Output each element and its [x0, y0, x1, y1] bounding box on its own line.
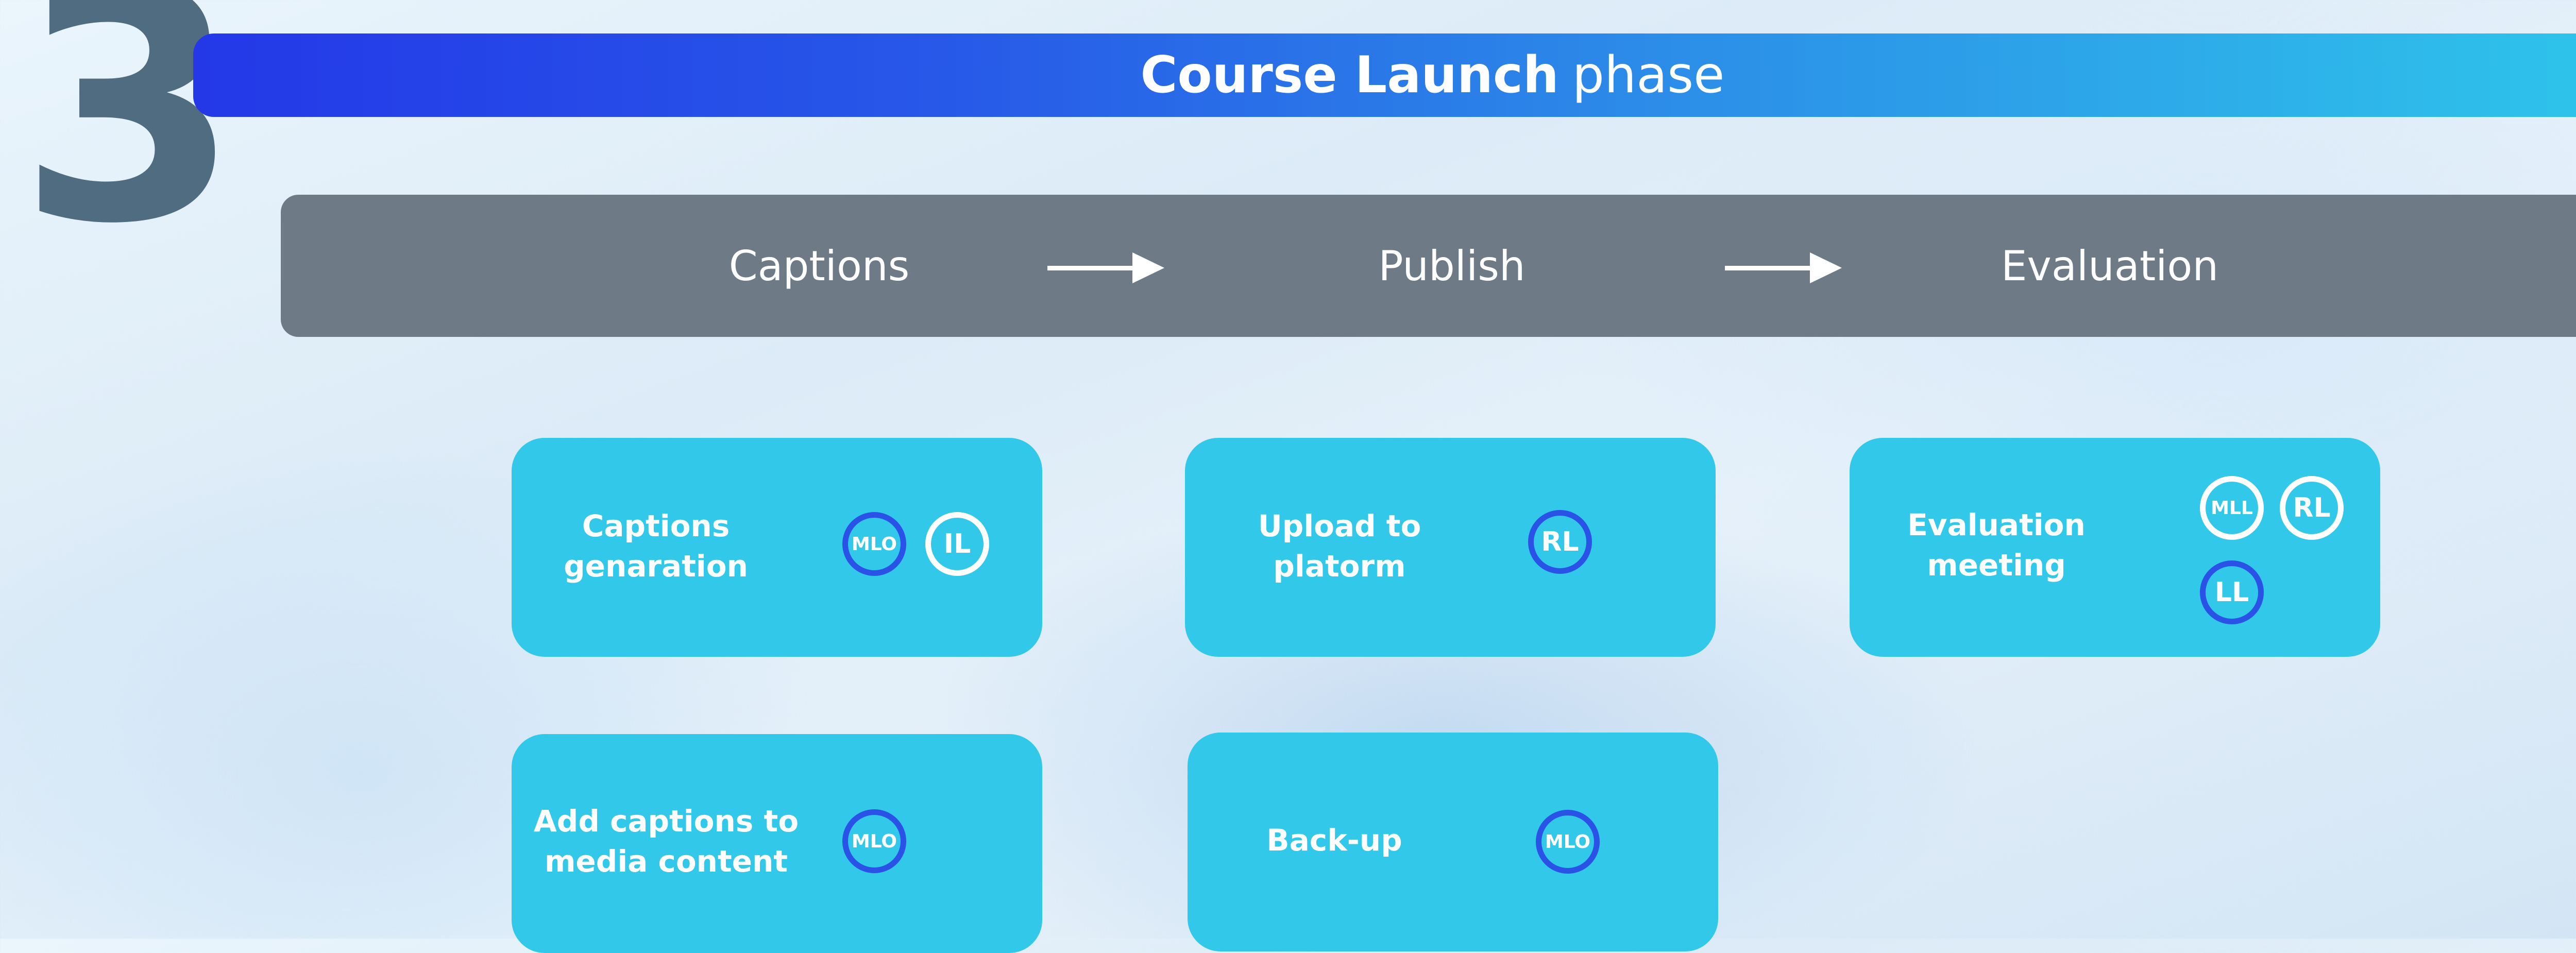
role-badge: MLL: [2200, 476, 2264, 540]
task-card-evaluation-meeting: Evaluation meeting MLL RL LL: [1850, 438, 2380, 657]
stage-label: Publish: [1378, 242, 1526, 290]
role-badge: RL: [1528, 510, 1592, 574]
card-label: Upload to platorm: [1216, 506, 1463, 586]
arrow-right-icon: [1047, 252, 1166, 283]
card-label-line: Back-up: [1266, 823, 1402, 858]
role-badge: MLO: [842, 512, 906, 576]
task-card-back-up: Back-up MLO: [1188, 733, 1718, 951]
role-badge: IL: [925, 512, 989, 576]
card-label-line: meeting: [1927, 548, 2066, 583]
role-badge: RL: [2280, 476, 2344, 540]
arrow-right-icon: [1725, 252, 1843, 283]
stage-label: Captions: [728, 242, 910, 290]
role-badge: LL: [2200, 560, 2264, 624]
phase-title-bold: Course Launch: [1140, 46, 1559, 105]
role-badge: MLO: [1536, 810, 1600, 874]
phase-title-light: phase: [1572, 46, 1725, 105]
card-label: Add captions to media content: [532, 801, 800, 881]
card-label-line: Upload to: [1258, 508, 1421, 543]
card-label-line: Add captions to: [533, 804, 799, 839]
role-badge: MLO: [842, 809, 906, 873]
card-label-line: platorm: [1273, 549, 1406, 584]
card-label-line: Captions: [582, 508, 730, 543]
stage-label: Evaluation: [2001, 242, 2219, 290]
card-label: Captions genaration: [543, 506, 769, 586]
card-label: Evaluation meeting: [1880, 505, 2112, 585]
phase-title-bar: Course Launch phase: [193, 33, 2576, 117]
card-label: Back-up: [1218, 820, 1450, 860]
stage-flow-bar: Captions Publish Evaluation: [281, 195, 2576, 337]
card-label-line: Evaluation: [1907, 507, 2086, 542]
task-card-captions-generation: Captions genaration MLO IL: [512, 438, 1042, 657]
card-label-line: media content: [544, 844, 788, 879]
task-card-upload-to-platform: Upload to platorm RL: [1185, 438, 1716, 657]
task-card-add-captions: Add captions to media content MLO: [512, 734, 1042, 953]
card-label-line: genaration: [564, 549, 748, 584]
